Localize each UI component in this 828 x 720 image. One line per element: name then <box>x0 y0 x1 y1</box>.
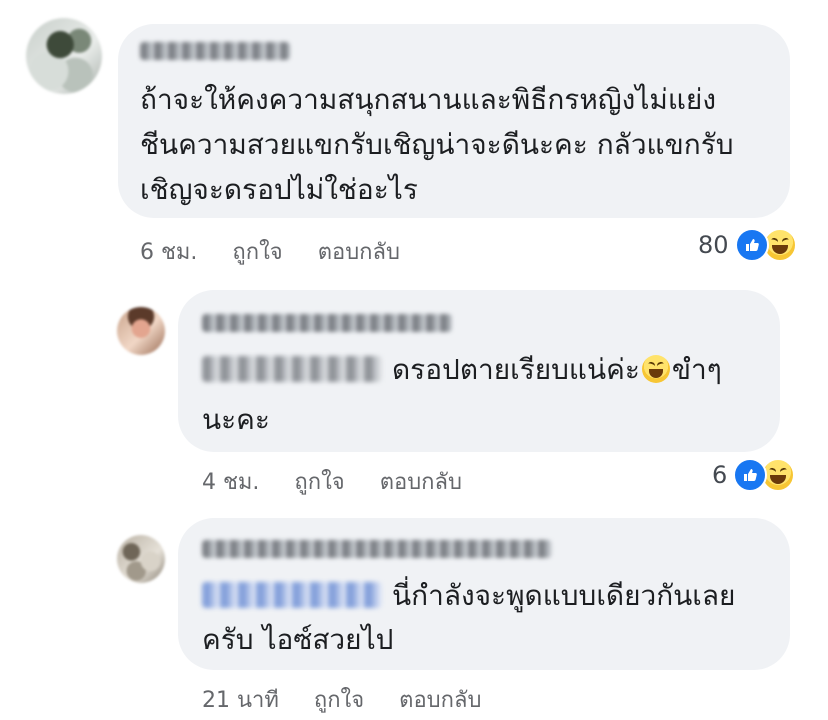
comment-time[interactable]: 4 ชม. <box>202 464 259 499</box>
comment-bubble: นี่กำลังจะพูดแบบเดียวกันเลย ครับ ไอซ์สวย… <box>178 518 790 670</box>
like-button[interactable]: ถูกใจ <box>314 682 364 717</box>
blurred-mention[interactable] <box>202 356 382 382</box>
reaction-count: 6 <box>712 461 728 489</box>
comment-text-line: นี่กำลังจะพูดแบบเดียวกันเลย <box>392 579 736 612</box>
haha-icon <box>641 355 670 383</box>
avatar[interactable] <box>117 307 165 355</box>
reaction-summary[interactable]: 6 <box>712 458 796 492</box>
blurred-author-name[interactable] <box>202 540 552 558</box>
like-icon <box>734 228 769 262</box>
comment-text: ดรอปตายเรียบแน่ค่ะ <box>392 353 640 386</box>
comment-actions: 21 นาที ถูกใจ ตอบกลับ <box>202 682 509 717</box>
reply-button[interactable]: ตอบกลับ <box>318 234 400 269</box>
comment-text: ขำๆ <box>671 353 722 386</box>
comment-bubble: ถ้าจะให้คงความสนุกสนานและพิธีกรหญิงไม่แย… <box>118 24 790 218</box>
comment-text-line: ถ้าจะให้คงความสนุกสนานและพิธีกรหญิงไม่แย… <box>140 83 716 116</box>
comment-text-line: เชิญจะดรอปไม่ใช่อะไร <box>140 173 418 206</box>
blurred-author-name[interactable] <box>140 42 290 60</box>
comment-time[interactable]: 21 นาที <box>202 682 279 717</box>
comment-bubble: ดรอปตายเรียบแน่ค่ะ ขำๆ นะคะ <box>178 290 780 452</box>
reply-button[interactable]: ตอบกลับ <box>380 464 462 499</box>
like-button[interactable]: ถูกใจ <box>294 464 344 499</box>
avatar[interactable] <box>117 535 165 583</box>
reaction-summary[interactable]: 80 <box>698 228 797 262</box>
comment-text-line: นะคะ <box>202 403 270 436</box>
comment-text-line: ชีนความสวยแขกรับเชิญน่าจะดีนะคะ กลัวแขกร… <box>140 128 734 161</box>
reaction-count: 80 <box>698 231 729 259</box>
blurred-author-name[interactable] <box>202 314 452 332</box>
comment-time[interactable]: 6 ชม. <box>140 234 197 269</box>
comment-actions: 6 ชม. ถูกใจ ตอบกลับ <box>140 234 428 269</box>
comment-actions: 4 ชม. ถูกใจ ตอบกลับ <box>202 464 490 499</box>
like-icon <box>733 458 768 492</box>
blurred-mention[interactable] <box>202 582 382 608</box>
reply-button[interactable]: ตอบกลับ <box>399 682 481 717</box>
like-button[interactable]: ถูกใจ <box>232 234 282 269</box>
comment-text-line: ครับ ไอซ์สวยไป <box>202 623 394 656</box>
avatar[interactable] <box>26 18 102 94</box>
